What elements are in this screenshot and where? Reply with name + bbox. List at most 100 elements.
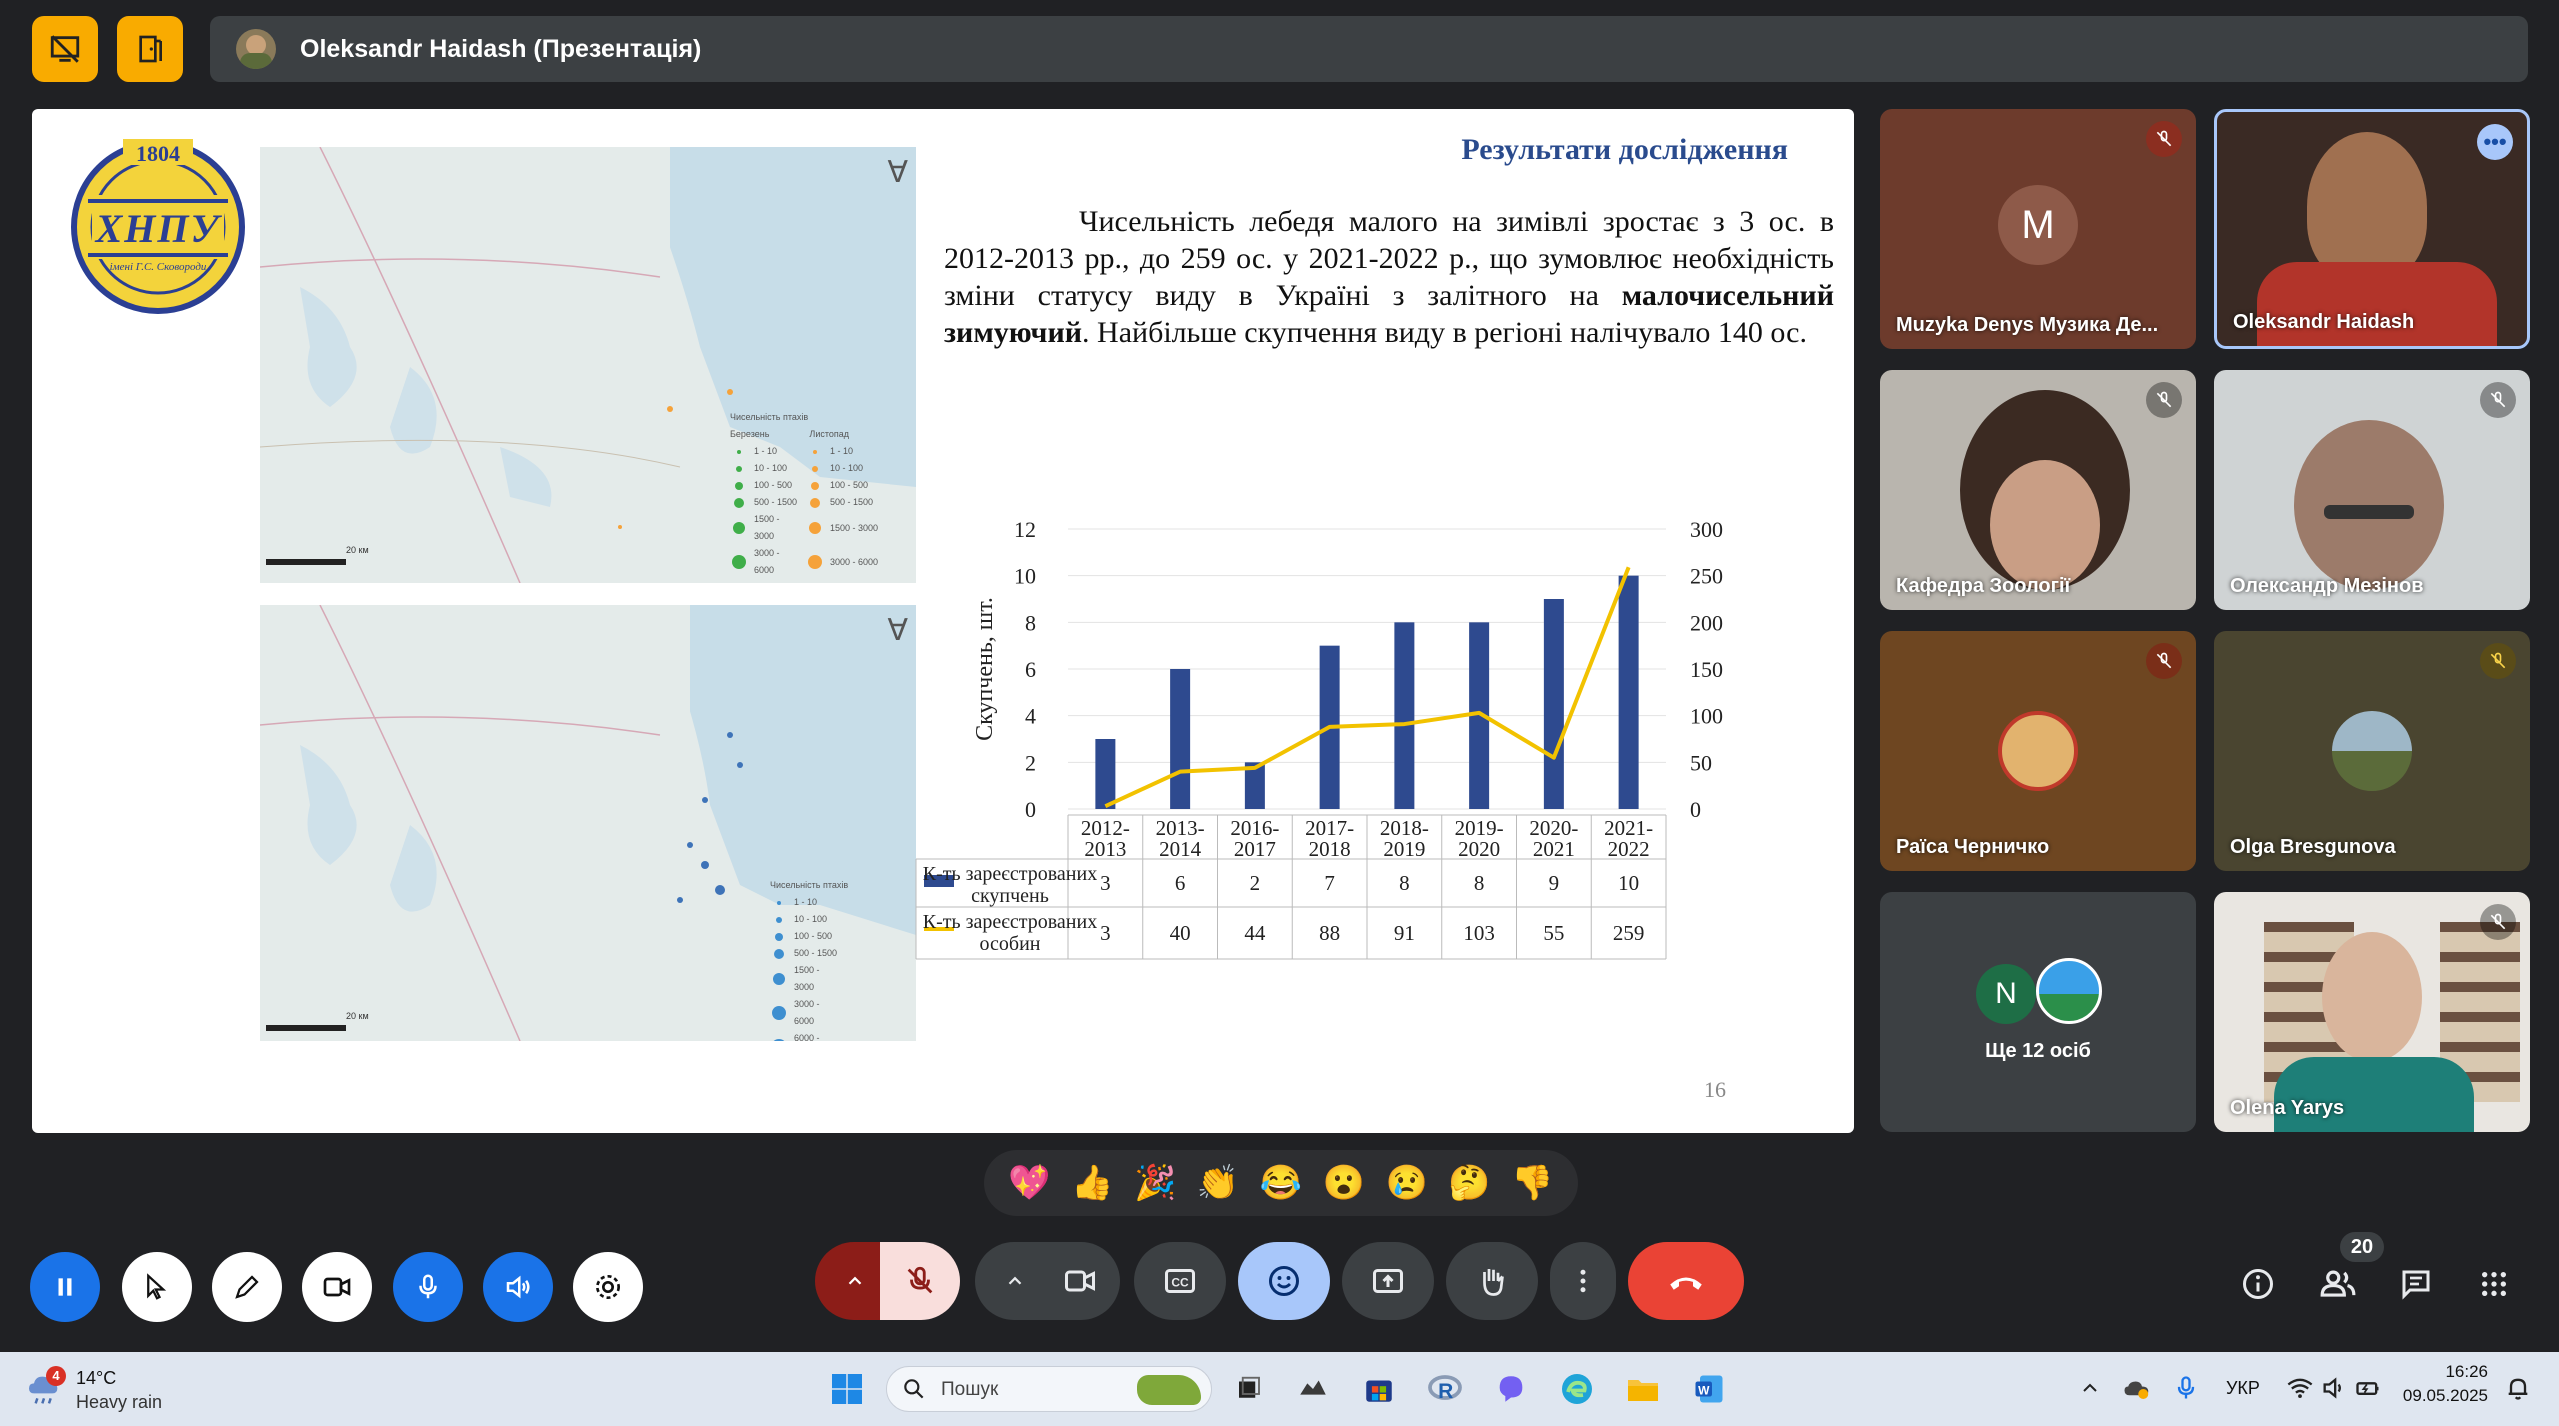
present-screen-button[interactable] (1342, 1242, 1434, 1320)
weather-widget[interactable]: 4 14°C Heavy rain (24, 1364, 184, 1414)
onedrive-tray[interactable] (2122, 1374, 2152, 1404)
meeting-details-button[interactable] (2236, 1262, 2280, 1306)
map2-scale-label: 20 км (346, 1011, 369, 1021)
reaction-thumbs-down[interactable]: 👎 (1511, 1166, 1553, 1200)
people-button[interactable] (2314, 1262, 2362, 1306)
mic-tray[interactable] (2172, 1374, 2202, 1404)
side-panel-button[interactable] (117, 16, 183, 82)
x-tick-label: 2018 (1309, 837, 1351, 861)
viber-icon (1499, 1376, 1523, 1402)
data-label: 2 (1250, 871, 1261, 895)
data-label: 3 (1100, 871, 1111, 895)
bar (1170, 669, 1191, 809)
participant-tile-haidash[interactable]: ••• Oleksandr Haidash (2214, 109, 2530, 349)
logo-subtitle: імені Г.С. Сковороди (109, 261, 207, 273)
store-button[interactable] (1358, 1368, 1400, 1410)
taskbar-search[interactable]: Пошук (886, 1366, 1212, 1412)
notifications-button[interactable] (2504, 1374, 2534, 1404)
y2-tick-label: 50 (1690, 750, 1712, 775)
microphone-tool-button[interactable] (393, 1252, 463, 1322)
north-arrow-icon: Ɐ (887, 156, 908, 189)
word-icon: W (1695, 1375, 1723, 1403)
battery-tray[interactable] (2354, 1374, 2384, 1404)
settings-tool-button[interactable] (573, 1252, 643, 1322)
network-tray[interactable] (2286, 1374, 2316, 1404)
captions-button[interactable]: CC (1134, 1242, 1226, 1320)
activities-button[interactable] (2472, 1262, 2516, 1306)
pen-tool-button[interactable] (212, 1252, 282, 1322)
r-app-button[interactable]: R (1424, 1368, 1466, 1410)
legend-row: 1500 - 3000 1500 - 3000 (730, 511, 890, 545)
edge-icon (1562, 1374, 1592, 1404)
task-view-button[interactable] (1228, 1368, 1270, 1410)
legend-symbol (810, 497, 820, 508)
raise-hand-button[interactable] (1446, 1242, 1538, 1320)
phone-hangup-icon (1670, 1277, 1702, 1290)
participant-tile-yarys[interactable]: Olena Yarys (2214, 892, 2530, 1132)
pause-button[interactable] (30, 1252, 100, 1322)
grid-icon (2482, 1272, 2506, 1296)
legend-label: 100 - 500 (794, 931, 833, 941)
participant-name: Olga Bresgunova (2230, 836, 2396, 858)
clock-time[interactable]: 16:26 (2410, 1362, 2488, 1382)
tray-overflow-button[interactable] (2078, 1376, 2104, 1402)
camera-tool-button[interactable] (302, 1252, 372, 1322)
presenter-bar: Oleksandr Haidash (Презентація) (210, 16, 2528, 82)
legend-label: 500 - 1500 (794, 948, 838, 958)
volume-tray[interactable] (2320, 1374, 2350, 1404)
word-button[interactable]: W (1688, 1368, 1730, 1410)
data-label: 3 (1100, 921, 1111, 945)
y-tick-label: 12 (1014, 517, 1036, 542)
chat-button[interactable] (2394, 1262, 2438, 1306)
start-button[interactable] (826, 1368, 868, 1410)
keyboard-language[interactable]: УКР (2226, 1378, 2260, 1399)
participant-tile-bresgunova[interactable]: Olga Bresgunova (2214, 631, 2530, 871)
end-call-button[interactable] (1628, 1242, 1744, 1320)
reaction-heart[interactable]: 💖 (1008, 1166, 1050, 1200)
weather-temp: 14°C (76, 1368, 117, 1388)
legend-line-label: особин (980, 933, 1041, 955)
map1-legend-title: Чисельність птахів (730, 412, 809, 422)
camera-toggle-button[interactable] (1040, 1242, 1120, 1320)
legend-line-label: К-ть зареєстрованих (923, 911, 1097, 933)
map2-legend-title: Чисельність птахів (770, 880, 849, 890)
more-options-button[interactable] (1550, 1242, 1616, 1320)
viber-button[interactable] (1490, 1368, 1532, 1410)
reaction-surprised[interactable]: 😮 (1323, 1166, 1365, 1200)
participant-tile-mezinov[interactable]: Олександр Мезінов (2214, 370, 2530, 610)
y-tick-label: 6 (1025, 657, 1036, 682)
edge-browser-button[interactable] (1556, 1368, 1598, 1410)
more-options-icon[interactable]: ••• (2477, 124, 2513, 160)
legend-symbol (812, 465, 818, 472)
map1-legend-col1: Березень (730, 429, 770, 439)
participant-tile-more[interactable]: N Ще 12 осіб (1880, 892, 2196, 1132)
participant-tile-zoology[interactable]: Кафедра Зоології (1880, 370, 2196, 610)
file-explorer-button[interactable] (1622, 1368, 1664, 1410)
reaction-thumbs-up[interactable]: 👍 (1071, 1166, 1113, 1200)
bar (1095, 739, 1116, 809)
reaction-laugh[interactable]: 😂 (1260, 1166, 1302, 1200)
mic-toggle-button[interactable] (880, 1242, 960, 1320)
app-icon-1[interactable] (1292, 1368, 1334, 1410)
speaker-tool-button[interactable] (483, 1252, 553, 1322)
legend-row: 1 - 10 (770, 894, 900, 911)
reaction-sad[interactable]: 😢 (1386, 1166, 1428, 1200)
participant-tile-muzyka[interactable]: M Muzyka Denys Музика Де... (1880, 109, 2196, 349)
chat-icon (2402, 1270, 2430, 1300)
legend-symbol (809, 522, 821, 534)
reactions-button[interactable] (1238, 1242, 1330, 1320)
pointer-tool-button[interactable] (122, 1252, 192, 1322)
reaction-clap[interactable]: 👏 (1197, 1166, 1239, 1200)
y2-tick-label: 200 (1690, 610, 1723, 635)
reaction-party[interactable]: 🎉 (1134, 1166, 1176, 1200)
participant-tile-chernychko[interactable]: Раїса Черничко (1880, 631, 2196, 871)
chevron-up-icon (1008, 1276, 1022, 1285)
swan-count-chart: 0 2 4 6 8 10 12 0 50 100 150 200 250 300 Скупчень, шт.… (915, 517, 1723, 960)
slide-paragraph: Чисельність лебедя малого на зимівлі зро… (944, 203, 1834, 351)
mic-off-icon (2146, 121, 2182, 157)
map1-scale-bar (266, 559, 346, 565)
stop-presenting-button[interactable] (32, 16, 98, 82)
mic-off-icon (2480, 382, 2516, 418)
reaction-thinking[interactable]: 🤔 (1448, 1166, 1490, 1200)
clock-date[interactable]: 09.05.2025 (2390, 1386, 2488, 1406)
